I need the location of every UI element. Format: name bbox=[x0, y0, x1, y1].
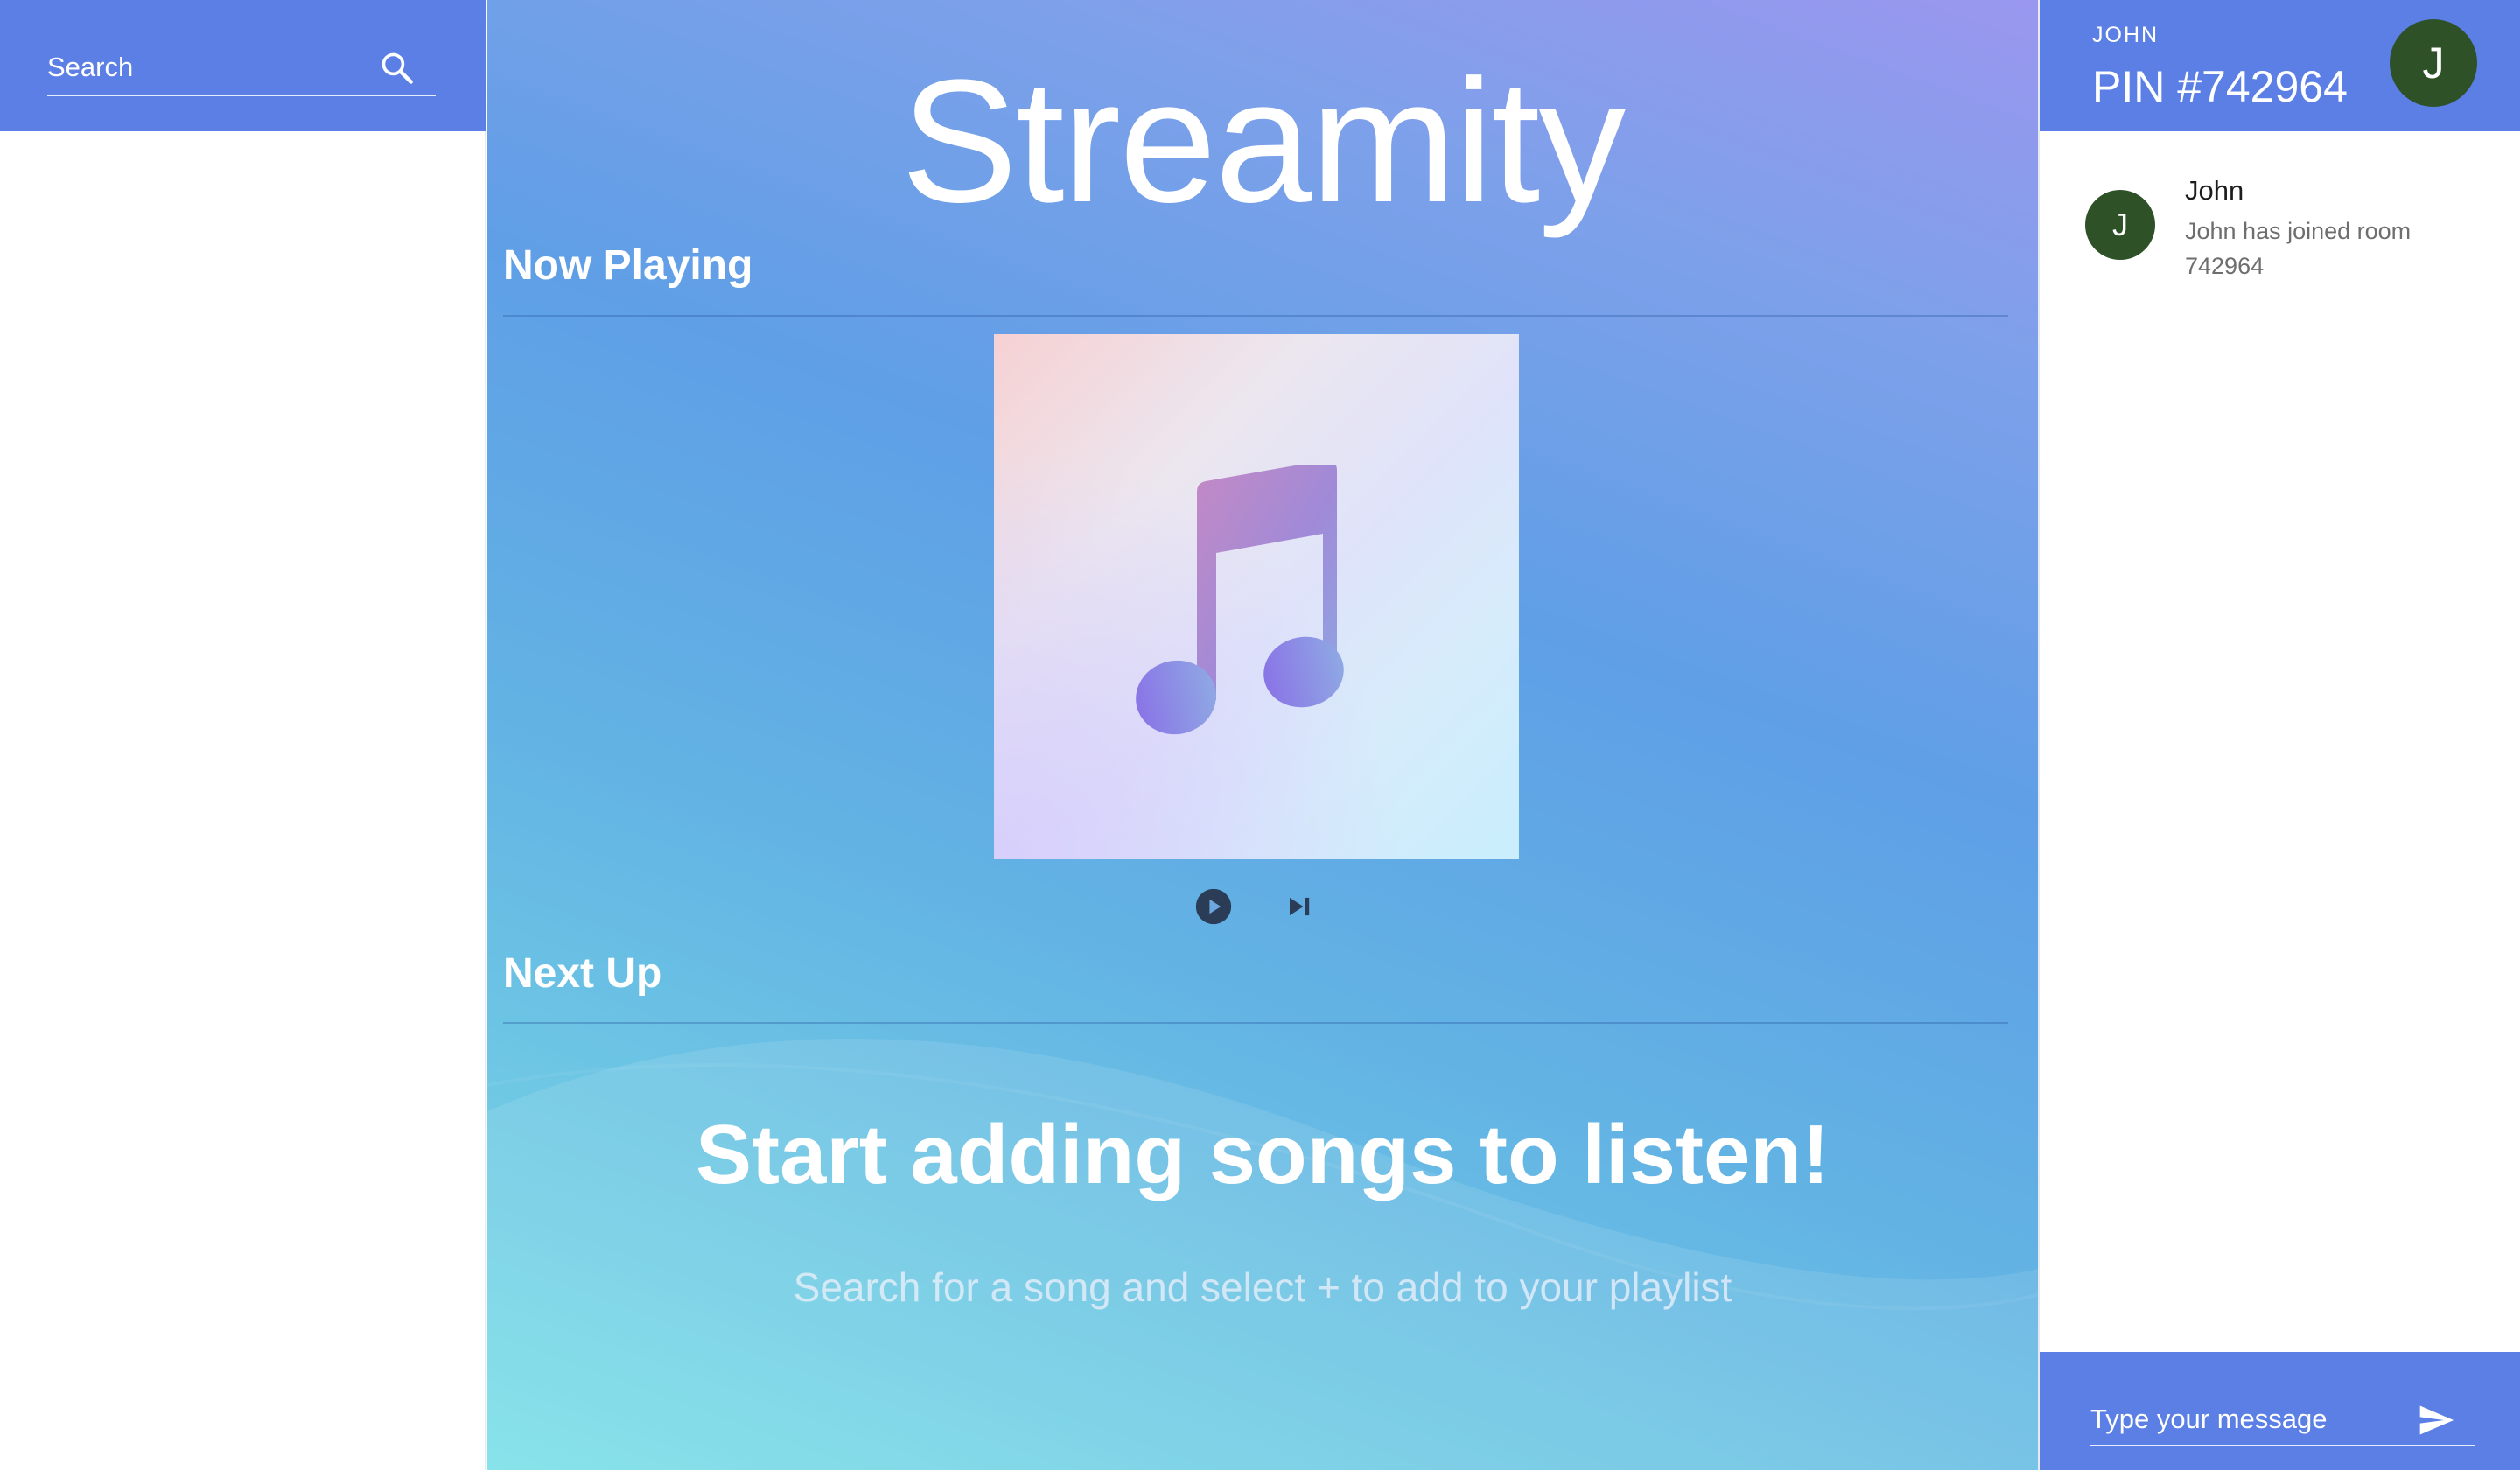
message-composer bbox=[2040, 1352, 2520, 1470]
album-artwork bbox=[994, 334, 1519, 859]
avatar[interactable]: J bbox=[2390, 19, 2477, 107]
search-header bbox=[0, 0, 486, 131]
message-sender: John bbox=[2185, 175, 2244, 206]
room-header: JOHN PIN #742964 J bbox=[2040, 0, 2520, 131]
search-input[interactable] bbox=[47, 46, 362, 89]
skip-next-icon[interactable] bbox=[1280, 887, 1319, 926]
now-playing-divider bbox=[503, 315, 2008, 317]
next-up-heading: Next Up bbox=[503, 950, 662, 997]
next-up-divider bbox=[503, 1022, 2008, 1024]
empty-queue-title: Start adding songs to listen! bbox=[695, 1108, 1830, 1201]
play-circle-icon[interactable] bbox=[1194, 887, 1233, 926]
message-avatar: J bbox=[2085, 190, 2155, 260]
room-pin: PIN #742964 bbox=[2092, 62, 2348, 111]
background-wave bbox=[487, 1039, 2038, 1470]
message-input[interactable] bbox=[2090, 1397, 2414, 1441]
now-playing-heading: Now Playing bbox=[503, 242, 753, 289]
main-player-area: Streamity Now Playing Next Up Start addi… bbox=[487, 0, 2038, 1470]
app-title: Streamity bbox=[900, 44, 1627, 239]
send-icon[interactable] bbox=[2414, 1401, 2458, 1439]
message-text: John has joined room 742964 bbox=[2185, 218, 2412, 279]
music-note-icon bbox=[1136, 466, 1344, 735]
playback-controls bbox=[487, 886, 2038, 929]
chat-panel: JOHN PIN #742964 J J John John has joine… bbox=[2038, 0, 2520, 1470]
left-sidebar bbox=[0, 0, 486, 1470]
message-box[interactable] bbox=[2090, 1392, 2475, 1446]
empty-queue-subtitle: Search for a song and select + to add to… bbox=[793, 1264, 1732, 1310]
search-icon[interactable] bbox=[378, 49, 416, 88]
search-box[interactable] bbox=[47, 44, 436, 96]
user-name: JOHN bbox=[2092, 23, 2160, 47]
